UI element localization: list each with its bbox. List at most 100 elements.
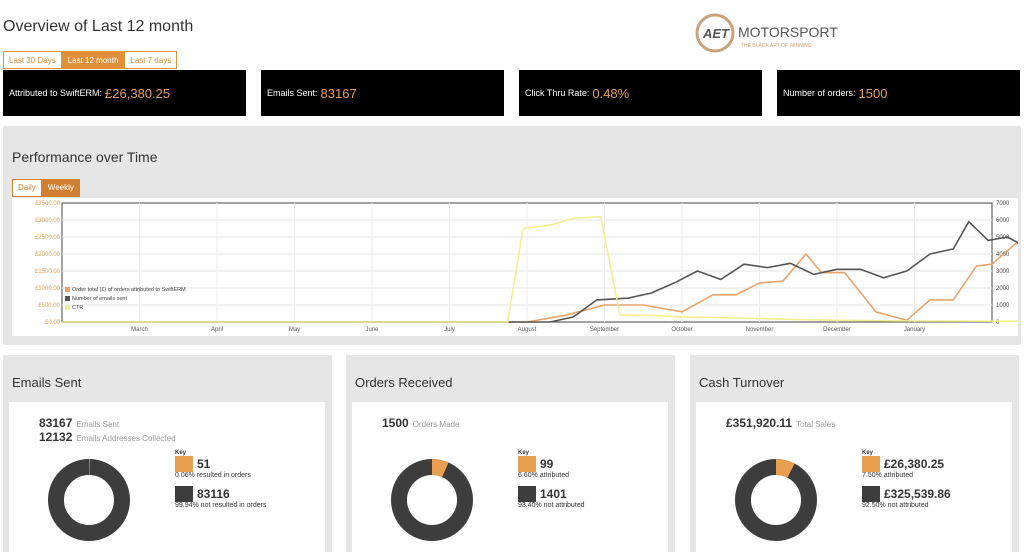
card-line-label: Emails Addresses Collected xyxy=(76,434,176,443)
tab-weekly[interactable]: Weekly xyxy=(41,179,80,197)
key-subtext: 93.40% not attributed xyxy=(518,502,585,509)
y-right-tick-label: 6000 xyxy=(996,218,1010,224)
key-swatch xyxy=(518,456,536,472)
svg-text:AET: AET xyxy=(702,26,730,41)
card-body: £351,920.11 Total Sales Key £26,380.25 7.… xyxy=(696,402,1012,552)
brand-logo: AET MOTORSPORT THE BLACK ART OF WINNING xyxy=(693,12,843,54)
series-line xyxy=(62,215,1024,323)
stat-label: Emails Sent: xyxy=(267,88,318,98)
stat-number-of-orders: Number of orders: 1500 xyxy=(777,70,1020,116)
stat-label: Attributed to SwiftERM: xyxy=(9,88,103,98)
card-line: 12132 Emails Addresses Collected xyxy=(39,428,176,446)
legend-label: CTR xyxy=(72,305,83,311)
x-tick-label: March xyxy=(131,327,148,333)
x-tick-label: June xyxy=(365,327,379,333)
y-left-tick-label: £0.00 xyxy=(45,320,61,326)
key-item: 99 xyxy=(518,456,585,472)
card-title: Cash Turnover xyxy=(699,375,785,390)
legend-swatch xyxy=(65,305,70,310)
donut-chart xyxy=(391,459,473,541)
card-body: 1500 Orders Made Key 99 6.60% attributed … xyxy=(352,402,668,552)
y-left-tick-label: £500.00 xyxy=(38,303,60,309)
y-left-tick-label: £3500.00 xyxy=(35,201,61,207)
key-subtext: 7.50% attributed xyxy=(862,472,913,479)
stat-label: Click Thru Rate: xyxy=(525,88,590,98)
date-range-tabs: Last 30 Days Last 12 month Last 7 days xyxy=(3,51,178,69)
donut-segment-not-attributed xyxy=(48,459,130,541)
chart-key: Key 51 0.06% resulted in orders 83116 99… xyxy=(175,450,266,509)
card-line-number: 1500 xyxy=(382,416,409,430)
x-tick-label: May xyxy=(289,327,300,333)
performance-chart: £0.00 £500.00 £1000.00 £1500.00 £2000.00 £250… xyxy=(12,198,1024,336)
card-cash-turnover: Cash Turnover £351,920.11 Total Sales Key… xyxy=(690,355,1019,552)
key-subtext: 99.94% not resulted in orders xyxy=(175,502,267,509)
key-item: £325,539.86 xyxy=(862,486,951,502)
key-value: £325,539.86 xyxy=(884,487,951,501)
key-item: 1401 xyxy=(518,486,585,502)
legend-swatch xyxy=(65,296,70,301)
card-line-number: £351,920.11 xyxy=(726,416,793,430)
stat-value: 1500 xyxy=(858,85,888,101)
stat-value: £26,380.25 xyxy=(105,85,171,101)
y-right-tick-label: 3000 xyxy=(996,269,1010,275)
card-orders-received: Orders Received 1500 Orders Made Key 99 6… xyxy=(346,355,675,552)
legend-label: Order total (£) of orders attributed to … xyxy=(72,287,186,293)
key-value: 51 xyxy=(197,457,211,471)
page-title: Overview of Last 12 month xyxy=(3,18,194,35)
tab-last-30-days[interactable]: Last 30 Days xyxy=(3,51,62,69)
key-swatch xyxy=(862,456,880,472)
chart-key: Key 99 6.60% attributed 1401 93.40% not … xyxy=(518,450,585,509)
view-tabs: Daily Weekly xyxy=(12,179,80,197)
performance-chart-svg: £0.00 £500.00 £1000.00 £1500.00 £2000.00 £250… xyxy=(35,201,1024,333)
stat-value: 83167 xyxy=(320,85,357,101)
card-body: 83167 Emails Sent 12132 Emails Addresses C… xyxy=(9,402,325,552)
y-right-tick-label: 1000 xyxy=(996,303,1010,309)
key-swatch xyxy=(175,486,193,502)
key-item: £26,380.25 xyxy=(862,456,951,472)
key-value: 83116 xyxy=(197,487,230,501)
y-left-tick-label: £2000.00 xyxy=(35,252,61,258)
x-tick-label: October xyxy=(671,327,692,333)
x-tick-label: November xyxy=(746,327,774,333)
card-line-number: 12132 xyxy=(39,430,73,444)
card-line: £351,920.11 Total Sales xyxy=(726,414,835,432)
x-tick-label: July xyxy=(444,327,455,333)
key-value: £26,380.25 xyxy=(884,457,945,471)
donut-segment-not-attributed xyxy=(735,459,817,541)
svg-text:THE BLACK ART OF WINNING: THE BLACK ART OF WINNING xyxy=(741,43,812,49)
legend-swatch xyxy=(65,287,70,292)
y-right-tick-label: 7000 xyxy=(996,201,1010,207)
stat-emails-sent: Emails Sent: 83167 xyxy=(261,70,504,116)
series-line xyxy=(62,243,1024,323)
key-swatch xyxy=(175,456,193,472)
tab-daily[interactable]: Daily xyxy=(12,179,42,197)
x-tick-label: April xyxy=(211,327,223,333)
stat-label: Number of orders: xyxy=(783,88,856,98)
key-subtext: 0.06% resulted in orders xyxy=(175,472,251,479)
legend-label: Number of emails sent xyxy=(72,296,127,302)
x-tick-label: September xyxy=(590,327,619,333)
stat-value: 0.48% xyxy=(592,85,630,101)
key-value: 1401 xyxy=(540,487,567,501)
card-line-label: Orders Made xyxy=(412,420,460,429)
tab-last-12-month[interactable]: Last 12 month xyxy=(61,51,125,69)
donut-chart xyxy=(735,459,817,541)
x-tick-label: January xyxy=(904,327,925,333)
performance-title: Performance over Time xyxy=(12,149,158,165)
card-emails-sent: Emails Sent 83167 Emails Sent 12132 Emails… xyxy=(3,355,332,552)
y-left-tick-label: £3000.00 xyxy=(35,218,61,224)
key-swatch xyxy=(862,486,880,502)
key-item: 51 xyxy=(175,456,266,472)
card-title: Emails Sent xyxy=(12,375,82,390)
key-swatch xyxy=(518,486,536,502)
y-left-tick-label: £2500.00 xyxy=(35,235,61,241)
key-value: 99 xyxy=(540,457,554,471)
card-line: 1500 Orders Made xyxy=(382,414,459,432)
key-subtext: 6.60% attributed xyxy=(518,472,569,479)
tab-last-7-days[interactable]: Last 7 days xyxy=(124,51,178,69)
x-tick-label: August xyxy=(518,327,537,333)
stat-click-thru-rate: Click Thru Rate: 0.48% xyxy=(519,70,762,116)
key-item: 83116 xyxy=(175,486,266,502)
card-title: Orders Received xyxy=(355,375,453,390)
stat-attributed: Attributed to SwiftERM: £26,380.25 xyxy=(3,70,246,116)
